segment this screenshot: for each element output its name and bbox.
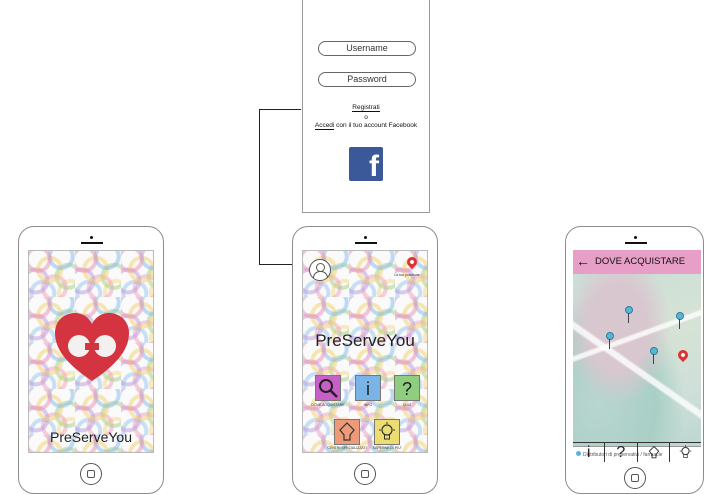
info-icon: i (586, 444, 591, 461)
nav-centri[interactable] (638, 443, 670, 462)
quiz-icon: ? (401, 379, 412, 399)
condom-icon (339, 422, 355, 441)
phone-map: ← DOVE ACQUISTARE Distributori di preser… (565, 226, 704, 494)
login-suffix-text: con il tuo account Facebook (334, 122, 418, 129)
home-app-name: PreServeYou (315, 331, 415, 350)
map-screen: ← DOVE ACQUISTARE Distributori di preser… (573, 250, 701, 466)
home-screen: La tua posizione PreServeYou DOVE ACQUIS… (302, 250, 428, 453)
facebook-icon[interactable]: f (349, 147, 383, 183)
phone-splash: PreServeYou (18, 226, 164, 494)
password-field[interactable]: Password (318, 72, 416, 87)
info-icon: i (366, 379, 370, 399)
or-text: o (364, 114, 368, 121)
phone-home: La tua posizione PreServeYou DOVE ACQUIS… (292, 226, 438, 494)
quiz-icon: ? (616, 444, 626, 461)
map-pin[interactable] (650, 347, 658, 364)
nav-quiz[interactable]: ? (605, 443, 638, 462)
tile-quiz[interactable]: ? (394, 375, 420, 401)
back-arrow-icon[interactable]: ← (576, 253, 590, 269)
nav-info[interactable]: i (573, 443, 606, 462)
heart-logo-icon (55, 313, 129, 381)
map-pin[interactable] (606, 332, 614, 349)
home-button[interactable] (624, 467, 646, 489)
tile-label-saperne: SAPERNE DI PIU' (372, 446, 402, 450)
splash-screen: PreServeYou (28, 250, 154, 453)
bottom-nav: i ? (573, 442, 701, 462)
login-link[interactable]: Accedi (314, 122, 335, 130)
home-button[interactable] (80, 463, 102, 485)
map-view[interactable] (573, 274, 701, 450)
tile-centri-specializzati[interactable] (334, 419, 360, 445)
profile-avatar-icon[interactable] (309, 259, 331, 281)
map-header: ← DOVE ACQUISTARE (573, 250, 701, 274)
condom-icon (648, 445, 659, 459)
nav-saperne[interactable] (670, 443, 701, 462)
tile-label-info: INFO (363, 403, 373, 407)
register-link[interactable]: Registrati (352, 104, 380, 112)
map-pin[interactable] (625, 306, 633, 323)
tile-label-dove-acquistare: DOVE ACQUISTARE (311, 403, 345, 407)
map-pin[interactable] (676, 312, 684, 329)
current-location-pin-icon[interactable] (675, 347, 691, 363)
search-icon (319, 379, 338, 398)
bulb-icon (379, 422, 395, 440)
tile-label-centri: CENTRI SPECIALIZZATI (327, 446, 367, 450)
tile-label-quiz: QUIZ (402, 403, 412, 407)
tile-dove-acquistare[interactable] (315, 375, 341, 401)
map-title: DOVE ACQUISTARE (595, 256, 686, 267)
username-field[interactable]: Username (318, 41, 416, 56)
login-screen: Username Password Registrati o Accedi co… (302, 0, 430, 213)
splash-app-name: PreServeYou (50, 429, 132, 445)
facebook-logo-letter: f (369, 150, 379, 183)
tile-saperne-di-piu[interactable] (374, 419, 400, 445)
tile-info[interactable]: i (355, 375, 381, 401)
location-label: La tua posizione (394, 273, 420, 277)
bulb-icon (679, 445, 692, 458)
home-button[interactable] (354, 463, 376, 485)
